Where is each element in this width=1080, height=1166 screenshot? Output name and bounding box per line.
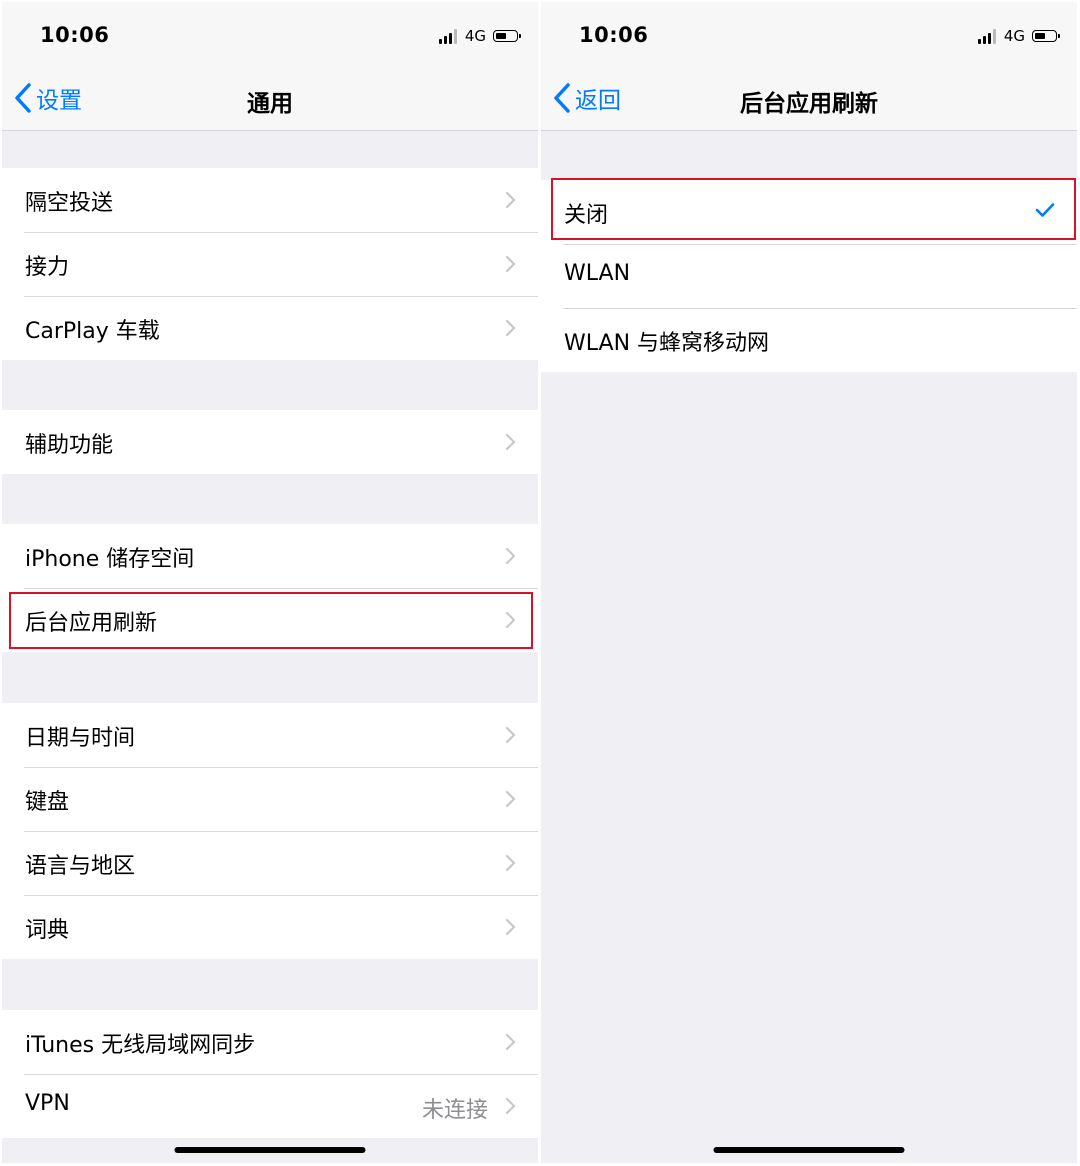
status-bar: 10:06 4G xyxy=(541,2,1077,66)
option-label: WLAN 与蜂窝移动网 xyxy=(564,331,770,356)
settings-item-label: 日期与时间 xyxy=(25,726,136,751)
settings-item-handoff[interactable]: 接力 xyxy=(2,232,538,296)
settings-item-date-time[interactable]: 日期与时间 xyxy=(2,703,538,767)
home-indicator xyxy=(174,1147,366,1153)
settings-item-label: 辅助功能 xyxy=(25,433,114,458)
chevron-right-icon xyxy=(505,547,516,565)
settings-item-label: 语言与地区 xyxy=(25,854,136,879)
settings-item-label: iPhone 储存空间 xyxy=(25,547,195,572)
settings-item-label: CarPlay 车载 xyxy=(25,319,160,344)
vpn-status-value: 未连接 xyxy=(421,1098,488,1123)
settings-item-vpn[interactable]: VPN 未连接 xyxy=(2,1074,538,1138)
chevron-right-icon xyxy=(505,433,516,451)
page-title: 后台应用刷新 xyxy=(740,91,878,117)
settings-group-2: 辅助功能 xyxy=(2,410,538,474)
chevron-right-icon xyxy=(505,726,516,744)
option-label: WLAN xyxy=(564,261,631,286)
checkmark-icon xyxy=(1035,203,1055,217)
settings-item-keyboard[interactable]: 键盘 xyxy=(2,767,538,831)
settings-item-dictionary[interactable]: 词典 xyxy=(2,895,538,959)
cellular-signal-icon xyxy=(977,28,998,44)
status-bar: 10:06 4G xyxy=(2,2,538,66)
chevron-right-icon xyxy=(505,319,516,337)
settings-item-airdrop[interactable]: 隔空投送 xyxy=(2,168,538,232)
settings-item-accessibility[interactable]: 辅助功能 xyxy=(2,410,538,474)
chevron-right-icon xyxy=(505,854,516,872)
battery-icon xyxy=(1032,30,1060,42)
navigation-bar: 设置 通用 xyxy=(2,66,538,131)
option-wlan[interactable]: WLAN xyxy=(541,244,1077,308)
settings-item-label: 隔空投送 xyxy=(25,191,114,216)
chevron-right-icon xyxy=(505,1097,516,1115)
settings-item-label: 词典 xyxy=(25,918,70,943)
option-wlan-and-cellular[interactable]: WLAN 与蜂窝移动网 xyxy=(541,308,1077,372)
option-label: 关闭 xyxy=(564,203,609,228)
network-type: 4G xyxy=(464,27,486,45)
status-time: 10:06 xyxy=(579,23,649,47)
option-off[interactable]: 关闭 xyxy=(541,180,1077,244)
status-indicators: 4G xyxy=(438,26,521,46)
page-title: 通用 xyxy=(247,91,293,117)
settings-group-3: iPhone 储存空间 后台应用刷新 xyxy=(2,524,538,652)
settings-group-4: 日期与时间 键盘 语言与地区 词典 xyxy=(2,703,538,959)
settings-item-carplay[interactable]: CarPlay 车载 xyxy=(2,296,538,360)
settings-item-label: iTunes 无线局域网同步 xyxy=(25,1033,256,1058)
settings-item-label: VPN xyxy=(25,1091,70,1116)
settings-item-label: 后台应用刷新 xyxy=(25,611,158,636)
chevron-right-icon xyxy=(505,1033,516,1051)
status-time: 10:06 xyxy=(40,23,110,47)
refresh-options-group: 关闭 WLAN WLAN 与蜂窝移动网 xyxy=(541,180,1077,372)
settings-item-label: 接力 xyxy=(25,255,70,280)
chevron-right-icon xyxy=(505,918,516,936)
battery-icon xyxy=(493,30,521,42)
chevron-right-icon xyxy=(505,255,516,273)
background-app-refresh-screen: 10:06 4G 返回 后台应用刷新 关闭 WLAN WLAN 与蜂窝移动网 xyxy=(541,2,1077,1163)
status-indicators: 4G xyxy=(977,26,1060,46)
chevron-right-icon xyxy=(505,191,516,209)
cellular-signal-icon xyxy=(438,28,459,44)
settings-group-1: 隔空投送 接力 CarPlay 车载 xyxy=(2,168,538,360)
chevron-right-icon xyxy=(505,611,516,629)
settings-item-background-app-refresh[interactable]: 后台应用刷新 xyxy=(2,588,538,652)
settings-group-5: iTunes 无线局域网同步 VPN 未连接 xyxy=(2,1010,538,1138)
general-settings-screen: 10:06 4G 设置 通用 隔空投送 接力 CarPlay 车载 辅助功能 i… xyxy=(2,2,538,1163)
network-type: 4G xyxy=(1003,27,1025,45)
settings-item-language-region[interactable]: 语言与地区 xyxy=(2,831,538,895)
settings-item-label: 键盘 xyxy=(25,790,70,815)
home-indicator xyxy=(713,1147,905,1153)
navigation-bar: 返回 后台应用刷新 xyxy=(541,66,1077,131)
settings-item-itunes-wifi-sync[interactable]: iTunes 无线局域网同步 xyxy=(2,1010,538,1074)
settings-item-iphone-storage[interactable]: iPhone 储存空间 xyxy=(2,524,538,588)
chevron-right-icon xyxy=(505,790,516,808)
